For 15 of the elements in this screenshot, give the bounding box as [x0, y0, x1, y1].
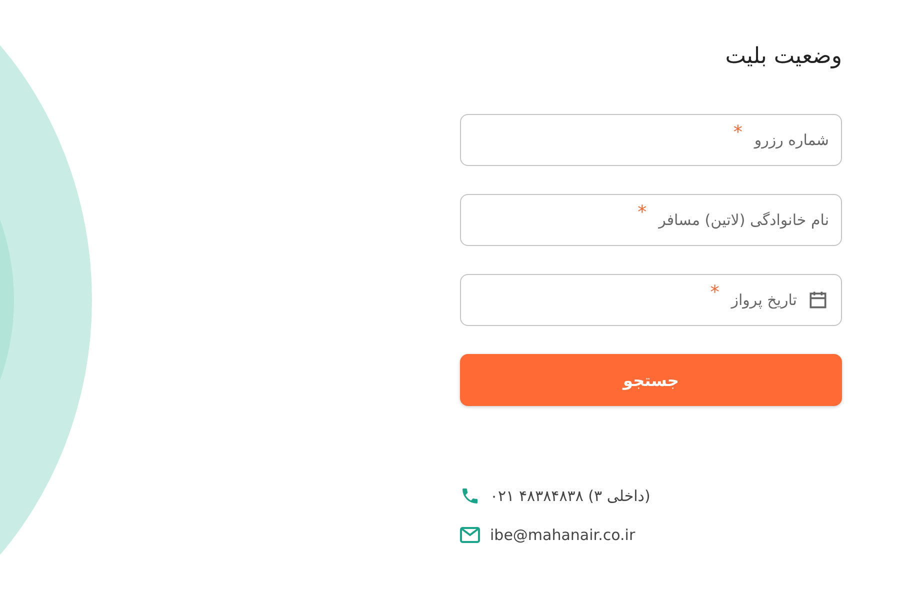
calendar-icon: [807, 289, 829, 311]
required-mark: *: [710, 282, 720, 302]
phone-icon: [460, 486, 480, 506]
input-field[interactable]: نام خانوادگی (لاتین) مسافر *: [460, 194, 842, 246]
required-mark: *: [733, 122, 742, 142]
input-field[interactable]: تاریخ پرواز *: [460, 274, 842, 326]
field-label: شماره رزرو: [754, 131, 829, 149]
page-title: وضعیت بلیت: [725, 44, 842, 69]
field-label: نام خانوادگی (لاتین) مسافر: [658, 211, 829, 229]
mail-icon: [460, 527, 480, 543]
phone-number: (داخلی ۳) ۴۸۳۸۴۸۳۸ ۰۲۱: [490, 487, 650, 505]
email-address: ibe@mahanair.co.ir: [490, 526, 636, 544]
field-label: تاریخ پرواز: [731, 291, 797, 309]
required-mark: *: [638, 202, 647, 222]
input-field[interactable]: شماره رزرو *: [460, 114, 842, 166]
